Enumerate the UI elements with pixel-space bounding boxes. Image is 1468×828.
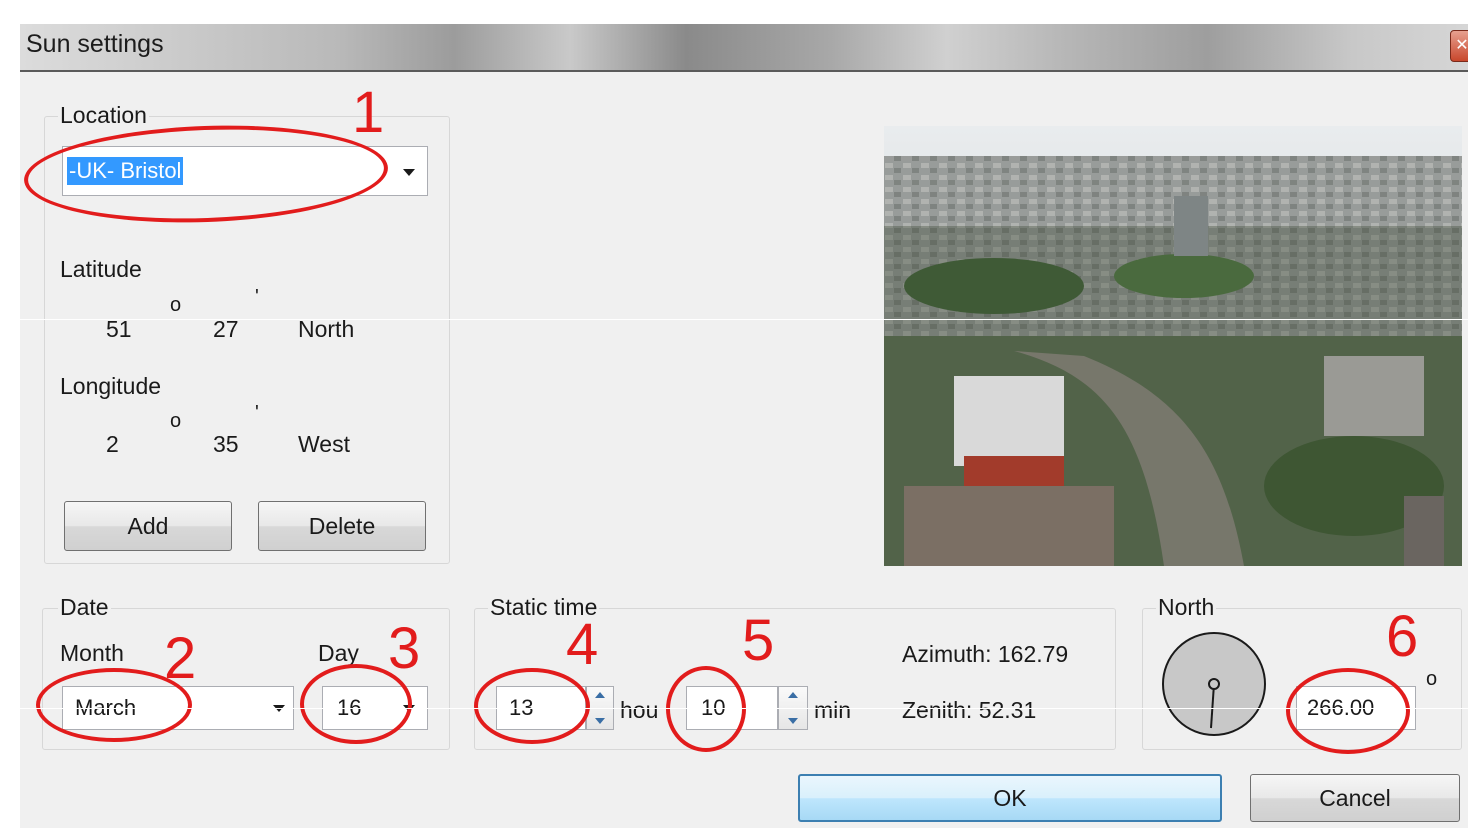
annotation-number-2: 2	[164, 626, 197, 691]
latitude-minute-mark: '	[255, 286, 259, 308]
longitude-minute-mark: '	[255, 402, 259, 424]
ok-button[interactable]: OK	[798, 774, 1222, 822]
azimuth-readout: Azimuth: 162.79	[902, 641, 1069, 667]
annotation-number-1: 1	[352, 80, 385, 145]
delete-location-button[interactable]: Delete	[258, 501, 426, 551]
close-icon[interactable]: ✕	[1450, 30, 1468, 62]
north-group-label: North	[1156, 594, 1217, 621]
longitude-direction: West	[298, 431, 350, 457]
location-group-label: Location	[58, 102, 149, 129]
month-label: Month	[60, 640, 124, 666]
latitude-direction: North	[298, 316, 355, 342]
spin-up-icon[interactable]	[788, 692, 798, 698]
latitude-degree-mark: o	[170, 294, 182, 316]
window-title: Sun settings	[26, 30, 164, 58]
longitude-minutes: 35	[213, 431, 239, 457]
city-preview-image	[884, 126, 1462, 566]
latitude-label: Latitude	[60, 256, 142, 282]
annotation-number-6: 6	[1386, 604, 1419, 669]
spin-down-icon[interactable]	[595, 718, 605, 724]
north-degree-mark: o	[1426, 668, 1438, 690]
latitude-minutes: 27	[213, 316, 239, 342]
longitude-label: Longitude	[60, 373, 162, 399]
annotation-ellipse-hours	[474, 668, 590, 744]
zenith-readout: Zenith: 52.31	[902, 697, 1037, 723]
compass-dial-icon[interactable]	[1160, 630, 1268, 738]
divider	[0, 708, 1468, 709]
latitude-degrees: 51	[106, 316, 132, 342]
annotation-ellipse-minutes	[666, 666, 746, 752]
annotation-ellipse-north	[1286, 668, 1410, 754]
hours-unit-label: hou	[620, 697, 659, 723]
divider	[0, 319, 1468, 320]
annotation-number-3: 3	[388, 616, 421, 681]
annotation-number-5: 5	[742, 608, 775, 673]
add-location-button[interactable]: Add	[64, 501, 232, 551]
longitude-degrees: 2	[106, 431, 119, 457]
spin-down-icon[interactable]	[788, 718, 798, 724]
dropdown-arrow-icon[interactable]	[403, 169, 415, 176]
day-label: Day	[318, 640, 359, 666]
longitude-degree-mark: o	[170, 410, 182, 432]
annotation-number-4: 4	[566, 612, 599, 677]
title-bar[interactable]	[20, 24, 1468, 72]
minutes-unit-label: min	[814, 697, 852, 723]
cancel-button[interactable]: Cancel	[1250, 774, 1460, 822]
spin-up-icon[interactable]	[595, 692, 605, 698]
date-group-label: Date	[58, 594, 111, 621]
